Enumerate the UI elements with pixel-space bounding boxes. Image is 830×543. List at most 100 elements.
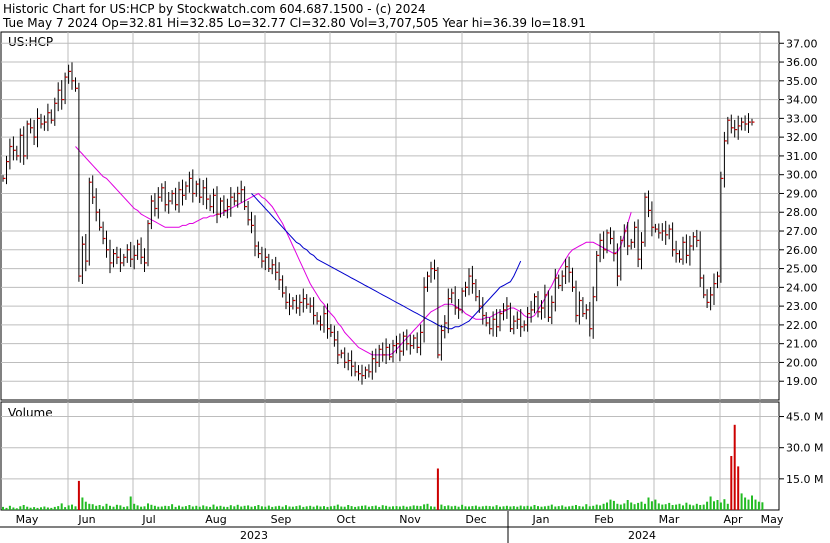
volume-bar bbox=[216, 506, 218, 510]
volume-bar bbox=[488, 506, 491, 510]
volume-bar bbox=[167, 506, 170, 510]
volume-bar bbox=[50, 507, 53, 510]
volume-bar bbox=[726, 503, 729, 510]
price-tick-label: 30.00 bbox=[786, 169, 818, 182]
volume-bar bbox=[40, 507, 42, 510]
month-label: Jun bbox=[77, 513, 95, 526]
volume-axis-ticks: 15.0 M 30.0 M 45.0 M bbox=[779, 411, 823, 486]
volume-bar bbox=[202, 505, 205, 510]
volume-bar bbox=[264, 506, 267, 510]
price-panel-title: US:HCP bbox=[8, 35, 53, 49]
volume-bar bbox=[557, 506, 560, 510]
volume-bar bbox=[692, 505, 695, 510]
volume-bar bbox=[77, 480, 80, 510]
volume-bar bbox=[378, 506, 381, 510]
volume-bar bbox=[174, 506, 177, 510]
volume-bar bbox=[761, 502, 764, 510]
volume-bar bbox=[36, 507, 39, 510]
price-tick-label: 37.00 bbox=[786, 37, 818, 50]
volume-bar bbox=[740, 493, 743, 510]
volume-bar bbox=[457, 506, 460, 510]
volume-bar bbox=[550, 504, 553, 510]
month-label: Dec bbox=[465, 513, 486, 526]
volume-bar bbox=[84, 501, 87, 510]
volume-bar bbox=[226, 506, 229, 510]
volume-bar bbox=[626, 500, 629, 510]
volume-bar bbox=[109, 505, 111, 510]
price-tick-label: 20.00 bbox=[786, 356, 818, 369]
volume-bar bbox=[164, 505, 167, 510]
volume-bar bbox=[554, 506, 557, 510]
volume-bar bbox=[298, 505, 301, 510]
volume-bar bbox=[706, 501, 709, 510]
volume-bar bbox=[357, 506, 360, 510]
volume-bar bbox=[278, 505, 281, 510]
volume-bar bbox=[392, 506, 394, 510]
volume-bar bbox=[650, 501, 653, 510]
volume-bar bbox=[737, 466, 740, 510]
volume-bar bbox=[160, 506, 163, 510]
volume-bar bbox=[699, 505, 702, 510]
volume-bar bbox=[478, 506, 481, 510]
volume-bar bbox=[257, 505, 260, 510]
volume-panel-title: Volume bbox=[8, 406, 53, 420]
volume-bar bbox=[222, 506, 225, 510]
volume-bar bbox=[285, 505, 287, 510]
volume-bar bbox=[495, 505, 498, 510]
volume-bar bbox=[374, 505, 377, 510]
month-label: May bbox=[761, 513, 784, 526]
volume-bar bbox=[184, 506, 187, 510]
volume-bar bbox=[46, 507, 49, 510]
volume-bar bbox=[133, 503, 136, 510]
volume-bar bbox=[64, 507, 67, 510]
volume-bar bbox=[461, 504, 464, 510]
volume-bar bbox=[209, 506, 212, 510]
volume-bar bbox=[516, 506, 519, 510]
chart-background bbox=[0, 0, 830, 543]
volume-bar bbox=[153, 505, 156, 510]
month-label: Sep bbox=[271, 513, 292, 526]
volume-bar bbox=[288, 506, 291, 510]
volume-bar bbox=[416, 505, 419, 510]
volume-bar bbox=[319, 506, 322, 510]
volume-bar bbox=[212, 504, 215, 510]
volume-bar bbox=[754, 499, 757, 510]
volume-bar bbox=[33, 507, 36, 510]
volume-bar bbox=[188, 505, 191, 510]
volume-bar bbox=[143, 506, 146, 510]
volume-bar bbox=[361, 505, 363, 510]
volume-bar bbox=[291, 506, 294, 510]
volume-bar bbox=[702, 504, 705, 510]
volume-bar bbox=[398, 506, 401, 510]
volume-bar bbox=[67, 505, 70, 510]
price-tick-label: 22.00 bbox=[786, 319, 818, 332]
volume-bar bbox=[713, 501, 715, 510]
header-line-1: Historic Chart for US:HCP by Stockwatch.… bbox=[3, 2, 426, 16]
volume-bar bbox=[440, 504, 443, 510]
volume-bar bbox=[147, 503, 149, 510]
volume-bar bbox=[405, 506, 408, 510]
month-label: Nov bbox=[399, 513, 421, 526]
volume-bar bbox=[43, 506, 46, 510]
volume-bar bbox=[526, 505, 529, 510]
volume-bar bbox=[115, 504, 118, 510]
volume-bar bbox=[381, 505, 384, 510]
month-label: Mar bbox=[659, 513, 680, 526]
volume-bar bbox=[316, 505, 319, 510]
month-label: May bbox=[16, 513, 39, 526]
volume-bar bbox=[112, 506, 115, 510]
volume-bar bbox=[312, 506, 315, 510]
volume-bar bbox=[333, 505, 336, 510]
price-tick-label: 33.00 bbox=[786, 112, 818, 125]
volume-bar bbox=[412, 505, 415, 510]
volume-bar bbox=[492, 506, 495, 510]
month-label: Oct bbox=[336, 513, 356, 526]
volume-bar bbox=[664, 504, 667, 510]
volume-bar bbox=[367, 506, 370, 510]
volume-bar bbox=[505, 505, 508, 510]
price-tick-label: 29.00 bbox=[786, 187, 818, 200]
volume-bar bbox=[523, 506, 526, 510]
volume-bar bbox=[530, 506, 533, 510]
volume-bar bbox=[122, 506, 125, 510]
volume-bar bbox=[402, 505, 405, 510]
